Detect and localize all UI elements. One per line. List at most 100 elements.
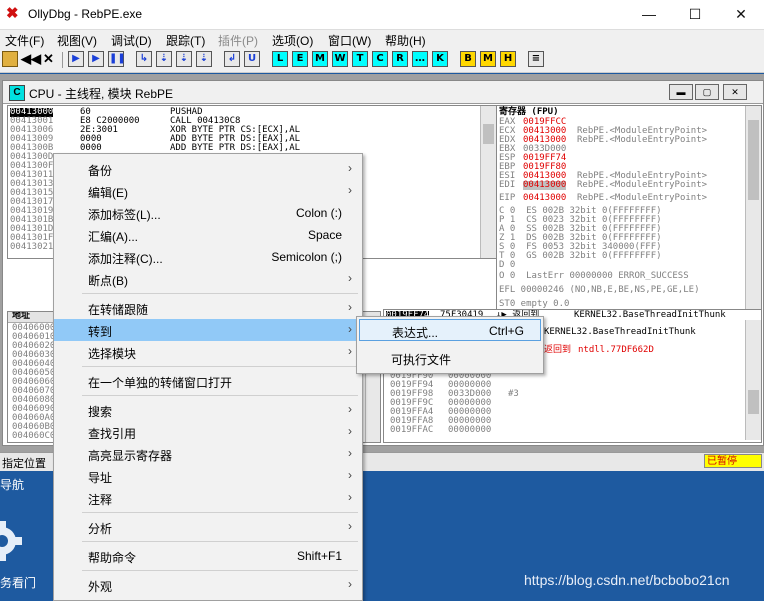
flag-line[interactable]: T 0 GS 002B 32bit 0(FFFFFFFF) bbox=[499, 252, 662, 261]
hardware-breakpoints-button[interactable]: H bbox=[500, 51, 516, 67]
menu-item-open-dump-window[interactable]: 在一个单独的转储窗口打开 bbox=[54, 370, 362, 392]
pause-icon[interactable]: ❚❚ bbox=[108, 51, 126, 67]
cpu-minimize-button[interactable]: ▬ bbox=[669, 84, 693, 100]
chevron-right-icon: › bbox=[348, 402, 352, 416]
disasm-scrollbar[interactable] bbox=[480, 106, 496, 258]
open-folder-icon[interactable] bbox=[2, 51, 18, 67]
desktop-door-label[interactable]: 务看门 bbox=[0, 574, 36, 591]
menu-item-search[interactable]: 搜索 › bbox=[54, 399, 362, 421]
dump-address[interactable]: 004060C0 bbox=[12, 432, 55, 441]
menu-file[interactable]: 文件(F) bbox=[5, 32, 44, 49]
registers-pane[interactable]: 寄存器 (FPU) EAX 0019FFCC ECX 00413000 RebP… bbox=[496, 105, 762, 313]
cpu-title-bar: C CPU - 主线程, 模块 RebPE ▬ ▢ ✕ bbox=[3, 81, 763, 104]
menu-item-follow-in-dump[interactable]: 在转储跟随 › bbox=[54, 297, 362, 319]
menu-item-edit[interactable]: 编辑(E) › bbox=[54, 180, 362, 202]
menu-plugins[interactable]: 插件(P) bbox=[218, 32, 258, 49]
menu-item-label: 汇编(A)... bbox=[88, 230, 138, 244]
goto-submenu: 表达式... Ctrl+G 可执行文件 bbox=[356, 316, 544, 374]
menu-item-address[interactable]: 导址 › bbox=[54, 465, 362, 487]
stack-hash: #3 bbox=[508, 389, 519, 399]
close-file-icon[interactable]: ✕ bbox=[43, 51, 54, 67]
menu-item-appearance[interactable]: 外观 › bbox=[54, 574, 362, 596]
minimize-button[interactable]: — bbox=[626, 0, 672, 29]
flag-line[interactable]: EFL 00000246 (NO,NB,E,BE,NS,PE,GE,LE) bbox=[499, 286, 699, 295]
trace-into-icon[interactable]: ⇣ bbox=[176, 51, 192, 67]
registers-scrollbar[interactable] bbox=[745, 106, 761, 312]
menu-item-label: 添加标签(L)... bbox=[88, 208, 161, 222]
stack-address[interactable]: 0019FFAC bbox=[390, 426, 433, 435]
rewind-icon[interactable]: ◀◀ bbox=[21, 51, 41, 67]
memory-window-button[interactable]: M bbox=[312, 51, 328, 67]
chevron-right-icon: › bbox=[348, 490, 352, 504]
close-button[interactable]: ✕ bbox=[718, 0, 764, 29]
menu-item-highlight-register[interactable]: 高亮显示寄存器 › bbox=[54, 443, 362, 465]
menu-item-breakpoint[interactable]: 断点(B) › bbox=[54, 268, 362, 290]
register-value[interactable]: 00413000 bbox=[523, 194, 566, 203]
menu-options[interactable]: 选项(O) bbox=[272, 32, 313, 49]
menu-window[interactable]: 窗口(W) bbox=[328, 32, 371, 49]
references-window-button[interactable]: R bbox=[392, 51, 408, 67]
menu-item-select-module[interactable]: 选择模块 › bbox=[54, 341, 362, 363]
register-value[interactable]: 00413000 bbox=[523, 181, 567, 190]
menu-item-label: 在一个单独的转储窗口打开 bbox=[88, 376, 233, 390]
windows-window-button[interactable]: W bbox=[332, 51, 348, 67]
menu-item-label: 备份 bbox=[88, 164, 113, 178]
menu-separator bbox=[82, 541, 358, 542]
list-icon[interactable]: ≡ bbox=[528, 51, 544, 67]
menu-item-add-comment[interactable]: 添加注释(C)... Semicolon (;) bbox=[54, 246, 362, 268]
gear-icon[interactable] bbox=[0, 516, 24, 566]
cpu-restore-button[interactable]: ▢ bbox=[695, 84, 719, 100]
step-into-icon[interactable]: ↳ bbox=[136, 51, 152, 67]
disasm-scroll-thumb[interactable] bbox=[483, 124, 494, 144]
disasm-address[interactable]: 00413021 bbox=[10, 243, 53, 252]
menu-item-find-references[interactable]: 查找引用 › bbox=[54, 421, 362, 443]
submenu-item-expression[interactable]: 表达式... Ctrl+G bbox=[359, 319, 541, 341]
chevron-right-icon: › bbox=[348, 271, 352, 285]
chevron-right-icon: › bbox=[348, 322, 352, 336]
menu-help[interactable]: 帮助(H) bbox=[385, 32, 426, 49]
execute-till-return-icon[interactable]: ↲ bbox=[224, 51, 240, 67]
run-trace-window-button[interactable]: … bbox=[412, 51, 428, 67]
menu-item-label: 分析 bbox=[88, 522, 113, 536]
threads-window-button[interactable]: T bbox=[352, 51, 368, 67]
flag-line[interactable]: ST0 empty 0.0 bbox=[499, 300, 569, 309]
maximize-button[interactable]: ☐ bbox=[672, 0, 718, 29]
stack-scroll-thumb[interactable] bbox=[748, 390, 759, 414]
cpu-close-button[interactable]: ✕ bbox=[723, 84, 747, 100]
memory-breakpoints-button[interactable]: M bbox=[480, 51, 496, 67]
chevron-right-icon: › bbox=[348, 446, 352, 460]
chevron-right-icon: › bbox=[348, 468, 352, 482]
menu-item-label: 选择模块 bbox=[88, 347, 137, 361]
execute-till-user-code-icon[interactable]: U bbox=[244, 51, 260, 67]
menu-item-analysis[interactable]: 分析 › bbox=[54, 516, 362, 538]
stack-value[interactable]: 00000000 bbox=[448, 426, 491, 435]
desktop-nav-label[interactable]: 导航 bbox=[0, 476, 24, 493]
run-thread-icon[interactable]: ▶ bbox=[88, 51, 104, 67]
menu-item-help-command[interactable]: 帮助命令 Shift+F1 bbox=[54, 545, 362, 567]
menu-trace[interactable]: 跟踪(T) bbox=[166, 32, 205, 49]
modules-window-button[interactable]: E bbox=[292, 51, 308, 67]
menu-item-backup[interactable]: 备份 › bbox=[54, 158, 362, 180]
stack-scrollbar[interactable] bbox=[745, 320, 761, 440]
call-stack-window-button[interactable]: K bbox=[432, 51, 448, 67]
menu-item-assemble[interactable]: 汇编(A)... Space bbox=[54, 224, 362, 246]
menu-item-label: 搜索 bbox=[88, 405, 113, 419]
menu-item-add-label[interactable]: 添加标签(L)... Colon (:) bbox=[54, 202, 362, 224]
breakpoints-window-button[interactable]: B bbox=[460, 51, 476, 67]
registers-scroll-thumb[interactable] bbox=[748, 120, 759, 200]
menu-debug[interactable]: 调试(D) bbox=[111, 32, 152, 49]
menu-view[interactable]: 视图(V) bbox=[57, 32, 97, 49]
menu-item-comments[interactable]: 注释 › bbox=[54, 487, 362, 509]
menu-item-goto[interactable]: 转到 › bbox=[54, 319, 362, 341]
chevron-right-icon: › bbox=[348, 424, 352, 438]
flag-line[interactable]: O 0 LastErr 00000000 ERROR_SUCCESS bbox=[499, 272, 689, 281]
step-over-icon[interactable]: ⇣ bbox=[156, 51, 172, 67]
flag-line[interactable]: D 0 bbox=[499, 261, 515, 270]
cpu-c-icon: C bbox=[9, 85, 25, 101]
run-icon[interactable]: ▶ bbox=[68, 51, 84, 67]
log-window-button[interactable]: L bbox=[272, 51, 288, 67]
trace-over-icon[interactable]: ⇣ bbox=[196, 51, 212, 67]
cpu-window-button[interactable]: C bbox=[372, 51, 388, 67]
chevron-right-icon: › bbox=[348, 577, 352, 591]
submenu-item-executable[interactable]: 可执行文件 bbox=[359, 347, 541, 369]
